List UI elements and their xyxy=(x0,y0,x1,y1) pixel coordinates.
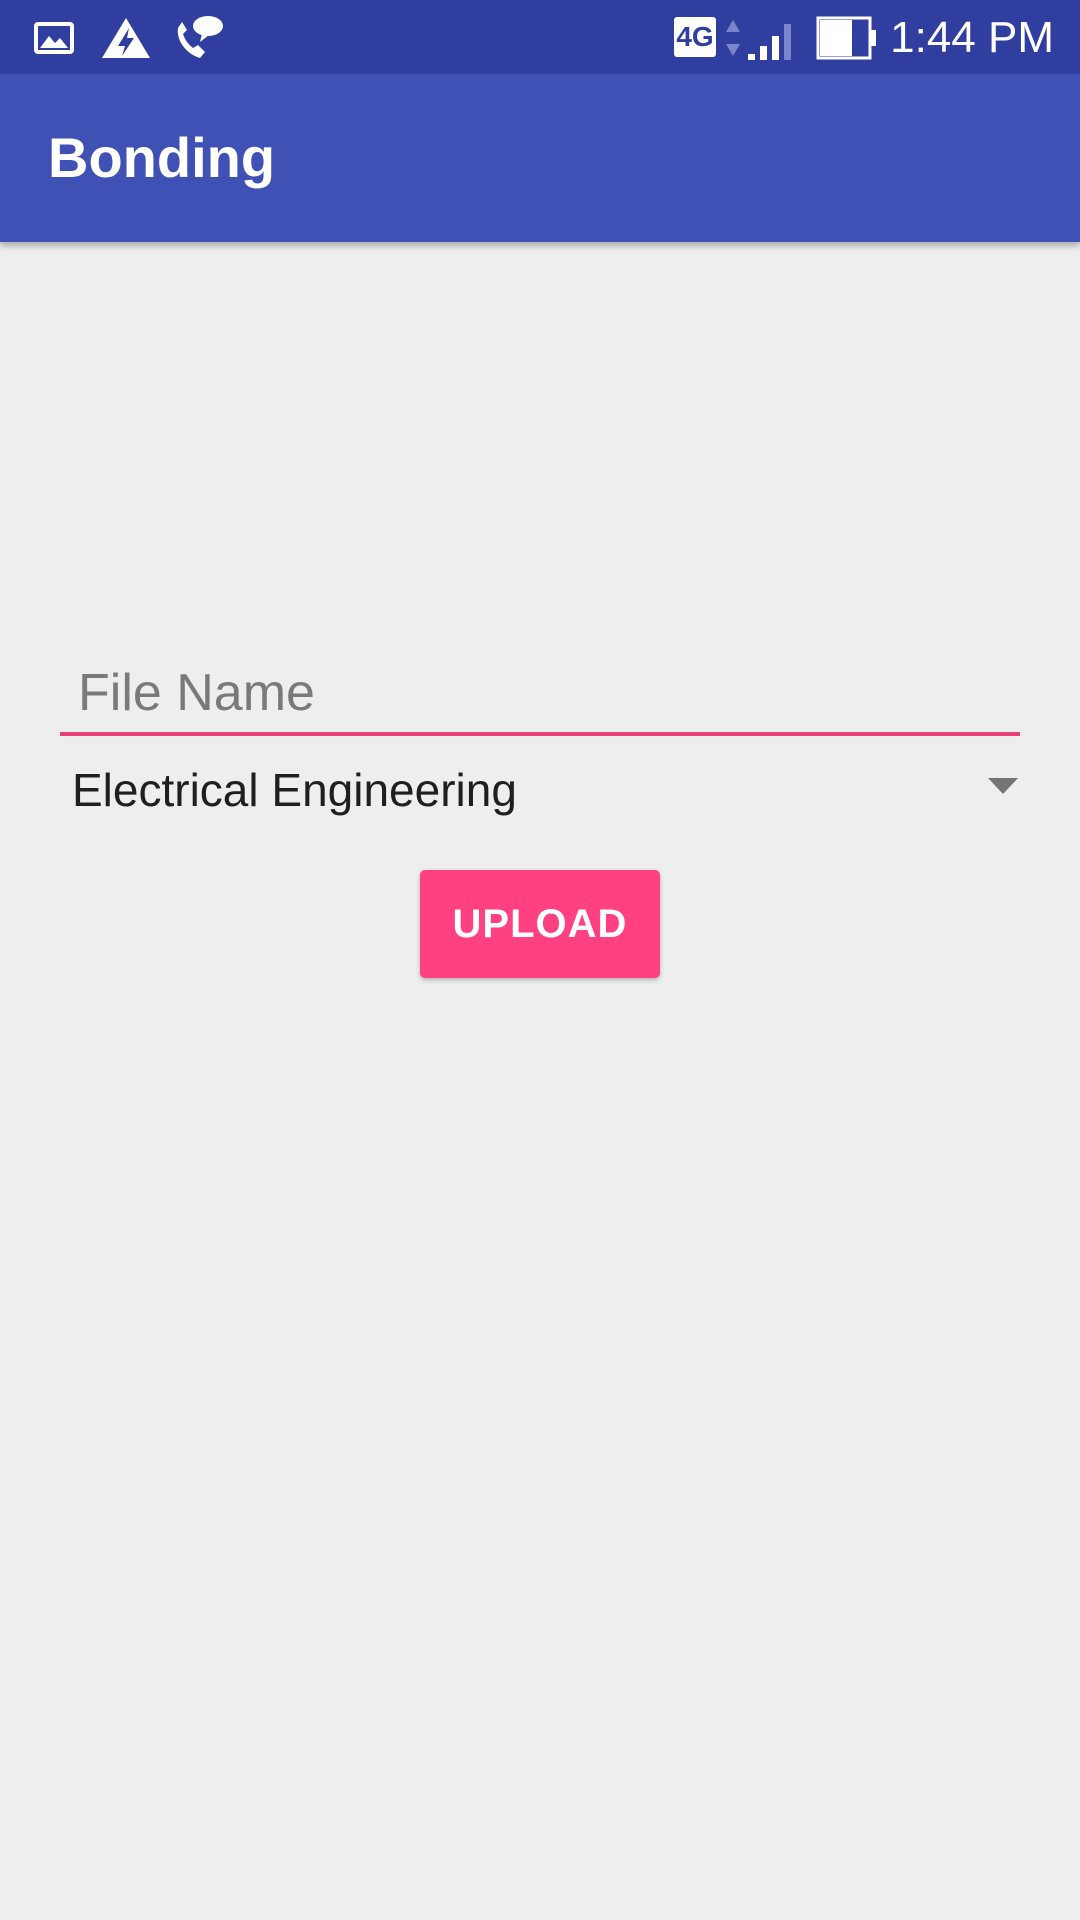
file-name-input[interactable] xyxy=(78,662,1008,724)
department-selected: Electrical Engineering xyxy=(72,764,517,816)
status-time: 1:44 PM xyxy=(890,13,1054,62)
department-dropdown[interactable]: Electrical Engineering xyxy=(60,750,1020,826)
file-name-field xyxy=(60,652,1020,736)
dropdown-arrow-icon xyxy=(988,778,1018,794)
status-bar: 4G 1:44 PM xyxy=(0,0,1080,74)
phone-chat-icon xyxy=(177,16,223,58)
signal-icon xyxy=(748,24,791,60)
gallery-icon xyxy=(34,22,74,54)
battery-icon xyxy=(816,16,876,60)
app-title: Bonding xyxy=(48,126,276,189)
content-area: Electrical Engineering UPLOAD xyxy=(0,242,1080,1920)
warning-bolt-icon xyxy=(102,18,150,58)
data-activity-icon xyxy=(726,20,740,56)
network-4g-icon: 4G xyxy=(674,17,716,57)
app-bar: Bonding xyxy=(0,74,1080,242)
upload-button[interactable]: UPLOAD xyxy=(420,870,660,978)
network-type: 4G xyxy=(676,21,714,52)
